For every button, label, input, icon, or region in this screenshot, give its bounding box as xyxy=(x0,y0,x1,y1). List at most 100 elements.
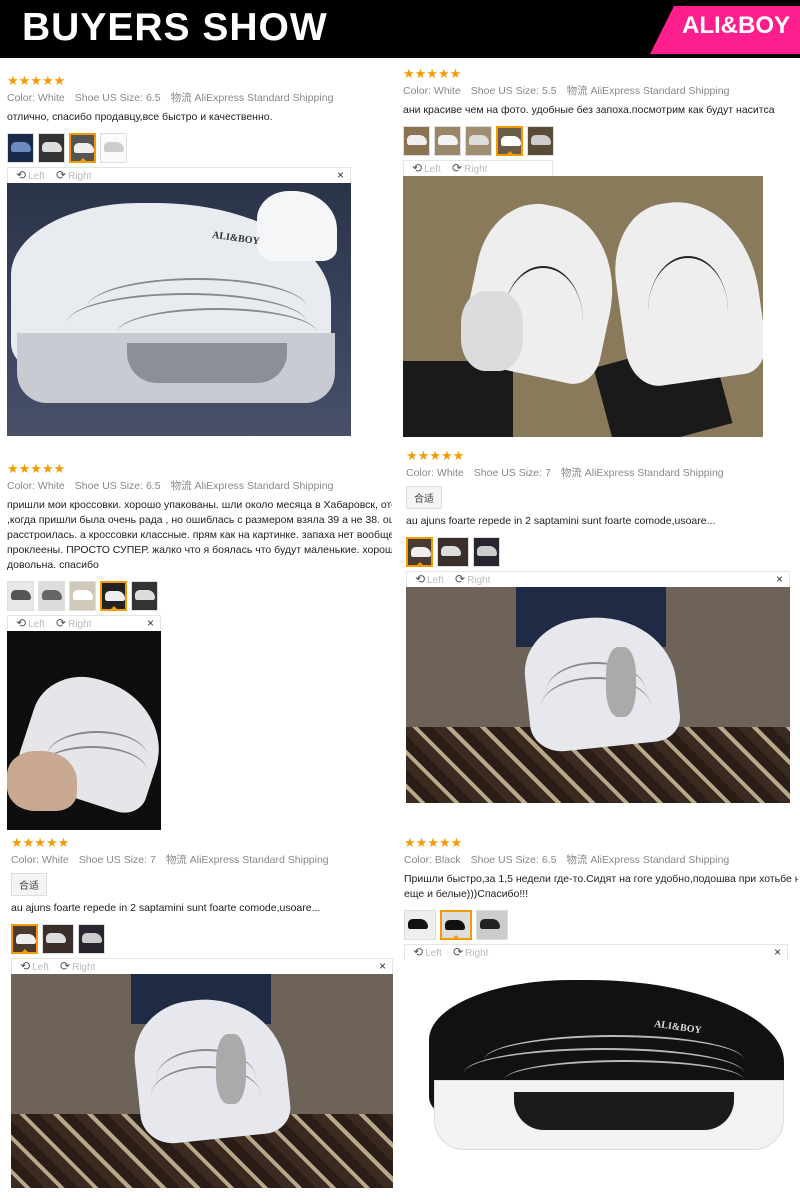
shipping-method: 物流 AliExpress Standard Shipping xyxy=(566,854,730,866)
size-variant: Shoe US Size: 6.5 xyxy=(74,92,161,104)
photo-thumbnails xyxy=(7,133,392,167)
close-icon[interactable]: × xyxy=(774,945,781,959)
review-text: ани красиве чем на фото. удобные без зап… xyxy=(403,103,795,118)
photo-thumbnails xyxy=(7,581,392,615)
size-variant: Shoe US Size: 6.5 xyxy=(74,480,161,492)
rotate-left-button[interactable]: ⟲ Left xyxy=(413,945,442,961)
color-variant: Color: Black xyxy=(404,854,461,866)
photo-thumbnail[interactable] xyxy=(78,924,105,954)
photo-thumbnail[interactable] xyxy=(100,581,127,611)
photo-thumbnail[interactable] xyxy=(11,924,38,954)
rotate-right-button[interactable]: ⟳ Right xyxy=(455,572,490,588)
photo-thumbnail[interactable] xyxy=(69,581,96,611)
photo-thumbnail[interactable] xyxy=(131,581,158,611)
photo-thumbnails xyxy=(406,537,796,571)
photo-thumbnail[interactable] xyxy=(476,910,508,940)
photo-thumbnail[interactable] xyxy=(7,133,34,163)
rotate-left-icon: ⟲ xyxy=(16,616,27,630)
photo-thumbnails xyxy=(11,924,395,958)
photo-thumbnail[interactable] xyxy=(440,910,472,940)
rating-stars: ★★★★★ xyxy=(7,462,66,476)
rotate-left-icon: ⟲ xyxy=(16,168,27,182)
review-meta: Color: White Shoe US Size: 7 物流 AliExpress… xyxy=(406,466,796,480)
review-photo xyxy=(7,631,161,830)
rotate-right-icon: ⟳ xyxy=(56,168,67,182)
close-icon[interactable]: × xyxy=(776,572,783,586)
rotate-right-button[interactable]: ⟳ Right xyxy=(56,616,91,632)
color-variant: Color: White xyxy=(7,92,65,104)
review-text-line: au ajuns foarte repede in 2 saptamini su… xyxy=(11,902,321,914)
photo-thumbnail[interactable] xyxy=(473,537,500,567)
review-photo: ALI&BOY xyxy=(404,960,788,1172)
color-variant: Color: White xyxy=(7,480,65,492)
close-icon[interactable]: × xyxy=(147,616,154,630)
photo-viewer-controls: ⟲ Left ⟳ Right × xyxy=(7,615,161,631)
review-card: ★★★★★ Color: White Shoe US Size: 6.5 物流 Al… xyxy=(7,74,392,436)
rotate-left-button[interactable]: ⟲ Left xyxy=(412,161,441,177)
review-text: au ajuns foarte repede in 2 saptamini su… xyxy=(406,514,796,529)
shoe-image: ALI&BOY xyxy=(404,960,788,1172)
photo-thumbnail[interactable] xyxy=(496,126,523,156)
rotate-right-icon: ⟳ xyxy=(60,959,71,973)
review-card: ★★★★★ Color: White Shoe US Size: 7 物流 AliE… xyxy=(11,836,395,1194)
close-icon[interactable]: × xyxy=(379,959,386,973)
shipping-method: 物流 AliExpress Standard Shipping xyxy=(560,467,724,479)
photo-thumbnails xyxy=(404,910,798,944)
size-variant: Shoe US Size: 7 xyxy=(473,467,551,479)
close-icon[interactable]: × xyxy=(337,168,344,182)
photo-thumbnail[interactable] xyxy=(527,126,554,156)
review-text-line: Пришли быстро,за 1,5 недели где-то.Сидят… xyxy=(404,873,798,885)
shoe-image xyxy=(11,974,393,1188)
rotate-right-button[interactable]: ⟳ Right xyxy=(60,959,95,975)
rotate-left-button[interactable]: ⟲ Left xyxy=(20,959,49,975)
rotate-left-button[interactable]: ⟲ Left xyxy=(16,616,45,632)
review-meta: Color: White Shoe US Size: 7 物流 AliExpress… xyxy=(11,853,395,867)
photo-thumbnail[interactable] xyxy=(404,910,436,940)
photo-thumbnail[interactable] xyxy=(42,924,74,954)
photo-thumbnail[interactable] xyxy=(437,537,469,567)
rotate-right-button[interactable]: ⟳ Right xyxy=(453,945,488,961)
rating-stars: ★★★★★ xyxy=(406,449,465,463)
photo-viewer-controls: ⟲ Left ⟳ Right × xyxy=(7,167,351,183)
shipping-method: 物流 AliExpress Standard Shipping xyxy=(566,85,730,97)
rotate-left-button[interactable]: ⟲ Left xyxy=(16,168,45,184)
size-variant: Shoe US Size: 5.5 xyxy=(470,85,557,97)
size-variant: Shoe US Size: 7 xyxy=(78,854,156,866)
rotate-right-button[interactable]: ⟳ Right xyxy=(56,168,91,184)
color-variant: Color: White xyxy=(406,467,464,479)
review-text-line: au ajuns foarte repede in 2 saptamini su… xyxy=(406,515,716,527)
rotate-left-icon: ⟲ xyxy=(415,572,426,586)
photo-thumbnail[interactable] xyxy=(434,126,461,156)
page-header: BUYERS SHOW ALI&BOY xyxy=(0,0,800,58)
rotate-left-icon: ⟲ xyxy=(412,161,423,175)
photo-thumbnail[interactable] xyxy=(7,581,34,611)
review-text-line: пришли мои кроссовки. хорошо упакованы. … xyxy=(7,499,392,511)
photo-viewer-controls: ⟲ Left ⟳ Right × xyxy=(404,944,788,960)
photo-thumbnail[interactable] xyxy=(69,133,96,163)
shipping-method: 物流 AliExpress Standard Shipping xyxy=(170,480,334,492)
photo-thumbnail[interactable] xyxy=(38,581,65,611)
rating-stars: ★★★★★ xyxy=(404,836,463,850)
fit-tag: 合适 xyxy=(406,486,442,509)
review-meta: Color: White Shoe US Size: 5.5 物流 AliExpre… xyxy=(403,84,795,98)
photo-thumbnails xyxy=(403,126,795,160)
photo-thumbnail[interactable] xyxy=(406,537,433,567)
review-text: отлично, спасибо продавцу,все быстро и к… xyxy=(7,110,392,125)
review-meta: Color: White Shoe US Size: 6.5 物流 AliExpre… xyxy=(7,479,392,493)
review-text-line: ,когда пришли была очень рада , но ошибл… xyxy=(7,514,392,526)
photo-thumbnail[interactable] xyxy=(465,126,492,156)
photo-thumbnail[interactable] xyxy=(38,133,65,163)
photo-thumbnail[interactable] xyxy=(100,133,127,163)
review-card: ★★★★★ Color: White Shoe US Size: 7 物流 AliE… xyxy=(406,449,796,809)
photo-viewer-controls: ⟲ Left ⟳ Right xyxy=(403,160,553,176)
rotate-left-button[interactable]: ⟲ Left xyxy=(415,572,444,588)
review-text-line: довольна. спасибо xyxy=(7,559,99,571)
rotate-right-button[interactable]: ⟳ Right xyxy=(452,161,487,177)
shoe-image xyxy=(7,631,161,830)
color-variant: Color: White xyxy=(11,854,69,866)
photo-thumbnail[interactable] xyxy=(403,126,430,156)
review-card: ★★★★★ Color: White Shoe US Size: 5.5 物流 Al… xyxy=(403,67,795,437)
review-text-line: проклеены. ПРОСТО СУПЕР. жалко что я боя… xyxy=(7,544,392,556)
rotate-right-icon: ⟳ xyxy=(56,616,67,630)
brand-logo-text: ALI&BOY xyxy=(682,12,790,39)
